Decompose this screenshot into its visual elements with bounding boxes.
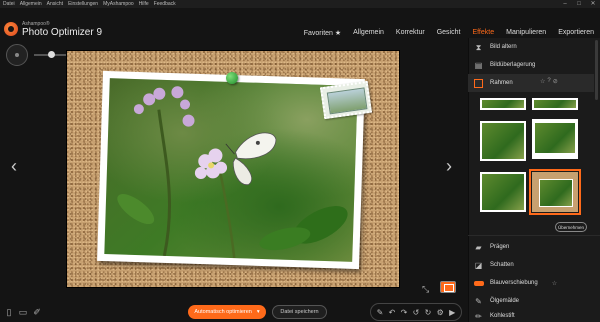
play-icon[interactable]: ▶ xyxy=(449,308,455,317)
panel-scrollbar[interactable] xyxy=(595,40,598,100)
frame-icon xyxy=(474,78,483,88)
app-title: Photo Optimizer 9 xyxy=(22,27,103,38)
save-file-label: Datei speichern xyxy=(280,309,319,315)
menu-item-datei[interactable]: Datei xyxy=(3,0,15,8)
auto-optimize-label: Automatisch optimieren xyxy=(194,309,252,315)
retouch-icon[interactable]: ✎ xyxy=(377,308,384,317)
butterfly-flower-illustration xyxy=(117,86,348,259)
favorite-star-icon[interactable]: ☆ xyxy=(540,78,545,85)
effect-label: Ölgemälde xyxy=(490,298,520,304)
zoom-slider-handle[interactable] xyxy=(48,51,55,58)
settings-icon[interactable]: ⚙ xyxy=(437,308,444,317)
navigator-wheel[interactable] xyxy=(6,44,28,66)
export-icon[interactable]: ▭ xyxy=(18,306,28,318)
redo-icon[interactable]: ↷ xyxy=(401,308,408,317)
app-header: Ashampoo® Photo Optimizer 9 Favoriten ★ … xyxy=(0,8,600,42)
brush-icon: ✎ xyxy=(475,296,482,306)
cleanup-brush-icon[interactable]: ✐ xyxy=(32,306,42,318)
effect-item-bilduberlagerung[interactable]: ▤ Bildüberlagerung xyxy=(468,56,594,74)
layers-icon: ▤ xyxy=(474,60,483,70)
tab-gesicht[interactable]: Gesicht xyxy=(437,29,461,37)
frame-thumbnail[interactable] xyxy=(532,119,578,159)
next-image-arrow[interactable]: › xyxy=(446,156,452,177)
effect-label: Schatten xyxy=(490,262,514,268)
rahmen-actions: ☆ ? ⊘ xyxy=(540,78,558,85)
tab-effekte[interactable]: Effekte xyxy=(472,29,494,37)
effect-item-schatten[interactable]: ◪ Schatten xyxy=(468,256,594,274)
window-controls: – □ ✕ xyxy=(558,0,600,8)
undo-icon[interactable]: ↶ xyxy=(389,308,396,317)
frame-thumbnail[interactable] xyxy=(480,98,526,110)
tab-favoriten[interactable]: Favoriten ★ xyxy=(304,29,341,37)
photo-content xyxy=(104,78,358,262)
close-button[interactable]: ✕ xyxy=(586,0,600,8)
effect-item-pragen[interactable]: ▰ Prägen xyxy=(468,238,594,256)
frame-thumbnail-selected[interactable] xyxy=(529,169,581,215)
auto-optimize-dropdown-icon[interactable]: ▾ xyxy=(257,309,260,315)
shadow-icon: ◪ xyxy=(474,260,483,270)
frame-thumbnail[interactable] xyxy=(532,98,578,110)
menu-item-hilfe[interactable]: Hilfe xyxy=(139,0,149,8)
edit-tools-group: ✎ ↶ ↷ ↺ ↻ ⚙ ▶ xyxy=(370,303,462,321)
effect-label: Bildüberlagerung xyxy=(490,62,536,68)
maximize-button[interactable]: □ xyxy=(572,0,586,8)
effect-label: Blauverschiebung xyxy=(490,280,538,286)
tab-allgemein[interactable]: Allgemein xyxy=(353,29,384,37)
menu-item-einstellungen[interactable]: Einstellungen xyxy=(68,0,98,8)
menu-bar: Datei Allgemein Ansicht Einstellungen My… xyxy=(0,0,600,8)
save-file-button[interactable]: Datei speichern xyxy=(272,305,327,319)
reset-icon[interactable]: ⊘ xyxy=(553,78,558,85)
postage-stamp xyxy=(320,80,372,120)
effect-item-kohlestift[interactable]: ✏ Kohlestift xyxy=(468,310,594,322)
tab-korrektur[interactable]: Korrektur xyxy=(396,29,425,37)
category-tabs: Favoriten ★ Allgemein Korrektur Gesicht … xyxy=(304,29,594,37)
menu-item-myashampoo[interactable]: MyAshampoo xyxy=(103,0,134,8)
blueshift-icon xyxy=(474,280,484,286)
rotate-left-icon[interactable]: ↺ xyxy=(413,308,420,317)
fit-to-screen-icon[interactable]: ⤡ xyxy=(422,284,429,295)
apply-button[interactable]: Übernehmen xyxy=(555,222,587,232)
effect-label: Rahmen xyxy=(490,80,513,86)
effect-item-blauverschiebung[interactable]: Blauverschiebung ☆ xyxy=(468,274,594,292)
effect-item-bild-altern[interactable]: ⧗ Bild altern xyxy=(468,38,594,56)
emboss-icon: ▰ xyxy=(475,242,482,252)
tab-exportieren[interactable]: Exportieren xyxy=(558,29,594,37)
effect-label: Bild altern xyxy=(490,44,517,50)
effect-label: Kohlestift xyxy=(490,313,515,319)
green-pin-icon xyxy=(226,72,238,84)
document-icon[interactable]: ▯ xyxy=(4,306,14,318)
hourglass-icon: ⧗ xyxy=(475,42,482,52)
effect-item-olgemalde[interactable]: ✎ Ölgemälde xyxy=(468,292,594,310)
menu-item-ansicht[interactable]: Ansicht xyxy=(47,0,63,8)
panel-divider xyxy=(468,235,600,236)
auto-optimize-button[interactable]: Automatisch optimieren ▾ xyxy=(188,305,266,319)
previous-image-arrow[interactable]: ‹ xyxy=(11,156,17,177)
pencil-icon: ✏ xyxy=(475,311,482,321)
rotate-right-icon[interactable]: ↻ xyxy=(425,308,432,317)
frame-thumbnail[interactable] xyxy=(480,121,526,161)
effect-label: Prägen xyxy=(490,244,510,250)
minimize-button[interactable]: – xyxy=(558,0,572,8)
menu-item-feedback[interactable]: Feedback xyxy=(154,0,176,8)
app-logo-icon xyxy=(4,22,18,36)
favorite-star-icon[interactable]: ☆ xyxy=(552,280,557,287)
before-after-compare-button[interactable] xyxy=(440,281,456,293)
effect-item-rahmen[interactable]: Rahmen xyxy=(468,74,594,92)
menu-item-allgemein[interactable]: Allgemein xyxy=(20,0,42,8)
help-icon[interactable]: ? xyxy=(547,78,550,85)
tab-manipulieren[interactable]: Manipulieren xyxy=(506,29,546,37)
frame-thumbnail[interactable] xyxy=(480,172,526,212)
